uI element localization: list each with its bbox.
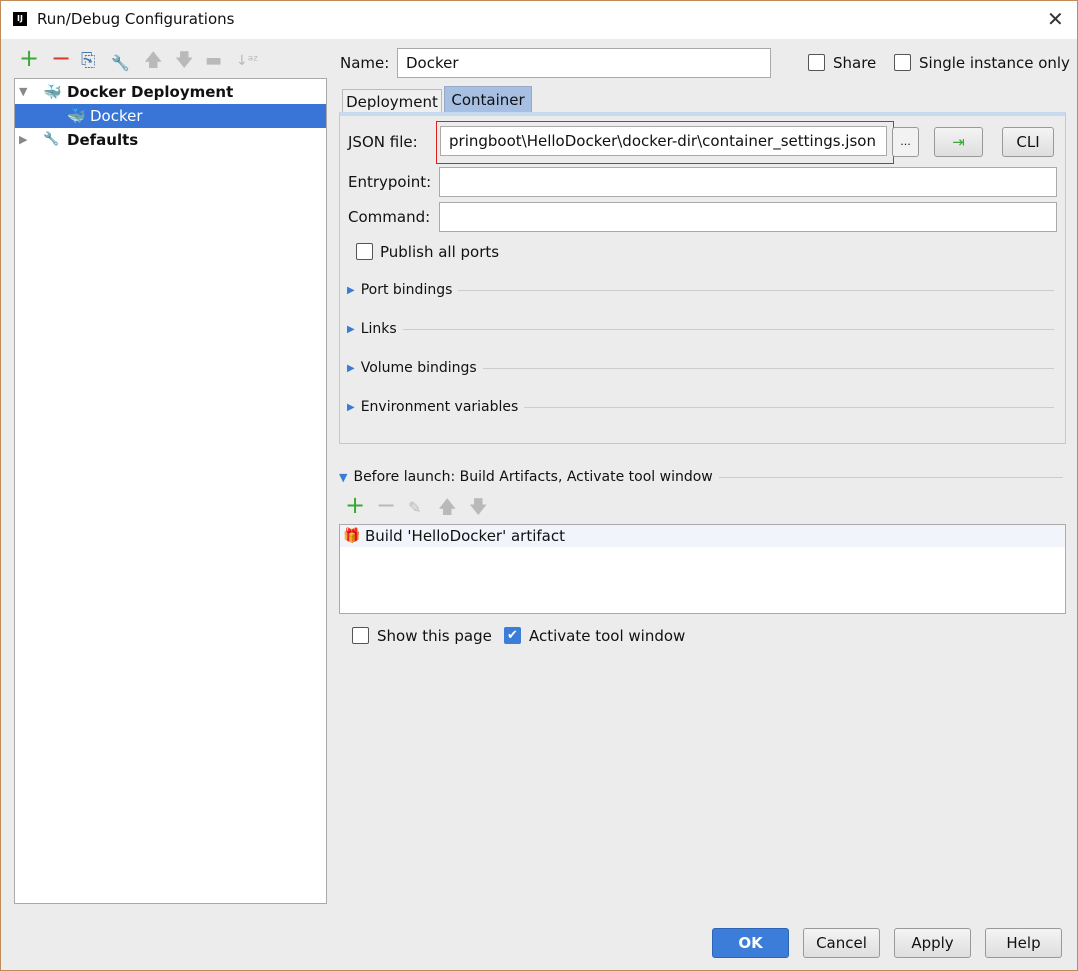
remove-task-icon[interactable]: − [376,493,396,517]
entrypoint-input[interactable] [439,167,1057,197]
share-checkbox[interactable] [808,54,825,71]
section-volume-bindings[interactable]: ▶ Volume bindings [347,360,1054,376]
docker-icon: 🐳 [67,107,86,125]
command-label: Command: [348,208,431,226]
tree-label: Docker [90,107,143,125]
cancel-button[interactable]: Cancel [803,928,880,958]
collapse-arrow-icon: ▼ [339,470,348,484]
tree-node-docker-deployment[interactable]: ▼ 🐳 Docker Deployment [15,80,326,104]
move-up-icon[interactable]: 🡅 [144,51,163,71]
check-icon: ✔ [507,628,518,643]
intellij-logo-icon: IJ [13,12,27,26]
publish-ports-label: Publish all ports [380,243,500,261]
section-port-bindings[interactable]: ▶ Port bindings [347,282,1054,298]
section-label: Environment variables [360,399,519,415]
move-task-up-icon[interactable]: 🡅 [438,498,457,518]
tree-label: Defaults [67,131,139,149]
section-label: Links [360,321,397,337]
artifact-icon: 🎁 [343,528,361,544]
section-environment-variables[interactable]: ▶ Environment variables [347,399,1054,415]
activate-tool-window-label: Activate tool window [529,627,686,645]
activate-tool-window-checkbox[interactable]: ✔ [504,627,521,644]
before-launch-title: Before launch: Build Artifacts, Activate… [353,469,713,485]
docker-icon: 🐳 [43,83,62,101]
help-button[interactable]: Help [985,928,1062,958]
expand-arrow-icon[interactable]: ▼ [19,80,27,104]
copy-icon[interactable]: ⎘ [81,51,95,71]
name-input[interactable]: Docker [397,48,771,78]
move-down-icon[interactable]: 🡇 [175,51,194,71]
config-tree: ▼ 🐳 Docker Deployment 🐳 Docker ▶ 🔧 Defau… [14,78,327,904]
list-item-label: Build 'HelloDocker' artifact [365,527,565,545]
single-instance-label: Single instance only [919,54,1070,72]
sort-icon[interactable]: ↓ᵃᶻ [236,51,258,71]
show-page-checkbox[interactable] [352,627,369,644]
tree-node-defaults[interactable]: ▶ 🔧 Defaults [15,128,326,152]
section-label: Port bindings [360,282,453,298]
tree-label: Docker Deployment [67,83,234,101]
before-launch-list: 🎁 Build 'HelloDocker' artifact [339,524,1066,614]
single-instance-checkbox[interactable] [894,54,911,71]
expand-arrow-icon: ▶ [347,323,355,335]
tab-container[interactable]: Container [444,86,532,113]
browse-button[interactable]: ... [892,127,919,157]
import-icon: ⇥ [952,133,965,151]
collapse-arrow-icon[interactable]: ▶ [19,128,27,152]
add-task-icon[interactable]: + [345,493,365,517]
apply-button[interactable]: Apply [894,928,971,958]
title-bar: IJ Run/Debug Configurations ✕ [1,1,1077,39]
json-file-label: JSON file: [348,133,418,151]
json-file-input[interactable]: pringboot\HelloDocker\docker-dir\contain… [440,126,887,156]
remove-icon[interactable]: − [51,46,71,70]
tree-node-docker[interactable]: 🐳 Docker [15,104,326,128]
edit-task-icon[interactable]: ✎ [408,498,421,518]
section-links[interactable]: ▶ Links [347,321,1054,337]
expand-arrow-icon: ▶ [347,284,355,296]
share-label: Share [833,54,877,72]
entrypoint-label: Entrypoint: [348,173,432,191]
cli-button[interactable]: CLI [1002,127,1054,157]
command-input[interactable] [439,202,1057,232]
import-button[interactable]: ⇥ [934,127,983,157]
name-label: Name: [340,54,390,72]
expand-arrow-icon: ▶ [347,362,355,374]
wrench-icon[interactable]: 🔧 [111,53,130,73]
wrench-icon: 🔧 [43,132,60,147]
before-launch-header[interactable]: ▼ Before launch: Build Artifacts, Activat… [339,469,1063,485]
move-task-down-icon[interactable]: 🡇 [469,498,488,518]
tab-deployment[interactable]: Deployment [342,89,442,113]
folder-icon[interactable]: ▬ [205,51,222,71]
show-page-label: Show this page [377,627,492,645]
dialog: IJ Run/Debug Configurations ✕ + − ⎘ 🔧 🡅 … [0,0,1078,971]
list-item[interactable]: 🎁 Build 'HelloDocker' artifact [340,525,1065,547]
add-icon[interactable]: + [19,46,39,70]
section-label: Volume bindings [360,360,477,376]
publish-ports-checkbox[interactable] [356,243,373,260]
window-title: Run/Debug Configurations [37,10,235,28]
expand-arrow-icon: ▶ [347,401,355,413]
ok-button[interactable]: OK [712,928,789,958]
close-icon[interactable]: ✕ [1047,7,1064,31]
